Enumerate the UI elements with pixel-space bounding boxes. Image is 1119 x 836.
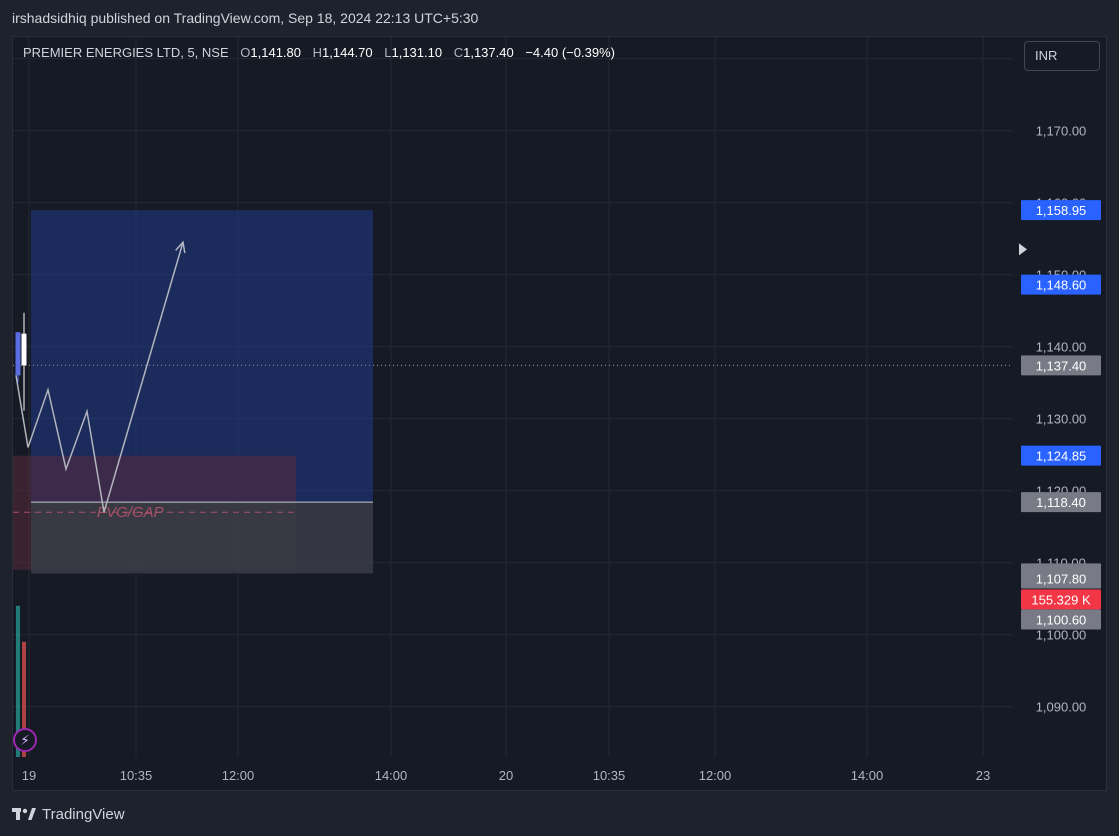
price-label-text: 1,158.95 bbox=[1036, 203, 1087, 218]
y-tick-label: 1,130.00 bbox=[1036, 412, 1087, 427]
price-label-text: 155.329 K bbox=[1031, 592, 1091, 607]
legend-open-label: O bbox=[240, 45, 251, 60]
price-label-text: 1,137.40 bbox=[1036, 358, 1087, 373]
footer-brand-text: TradingView bbox=[42, 806, 125, 823]
candle-body bbox=[21, 333, 27, 366]
publish-header: irshadsidhiq published on TradingView.co… bbox=[0, 0, 1119, 36]
legend-high-value: 1,144.70 bbox=[322, 45, 373, 60]
y-tick-label: 1,100.00 bbox=[1036, 628, 1087, 643]
y-tick-label: 1,090.00 bbox=[1036, 700, 1087, 715]
ohlc-legend: PREMIER ENERGIES LTD, 5, NSE O1,141.80 H… bbox=[23, 45, 623, 65]
legend-high-label: H bbox=[312, 45, 323, 60]
x-tick-label: 14:00 bbox=[851, 768, 884, 783]
x-tick-label: 19 bbox=[22, 768, 36, 783]
legend-close-label: C bbox=[453, 45, 464, 60]
price-label-text: 1,100.60 bbox=[1036, 612, 1087, 627]
currency-button[interactable]: INR bbox=[1024, 41, 1100, 71]
x-tick-label: 20 bbox=[499, 768, 513, 783]
x-tick-label: 23 bbox=[976, 768, 990, 783]
y-tick-label: 1,140.00 bbox=[1036, 340, 1087, 355]
legend-symbol: PREMIER ENERGIES LTD, 5, NSE bbox=[23, 45, 229, 60]
price-label-text: 1,107.80 bbox=[1036, 571, 1087, 586]
price-label-text: 1,124.85 bbox=[1036, 449, 1087, 464]
lightning-icon[interactable]: ⚡ bbox=[13, 728, 37, 752]
price-marker-icon bbox=[1019, 243, 1027, 256]
tradingview-logo-icon bbox=[12, 808, 36, 820]
y-tick-label: 1,170.00 bbox=[1036, 124, 1087, 139]
price-chart[interactable]: FVG/GAP1,090.001,100.001,110.001,120.001… bbox=[13, 37, 1107, 791]
legend-close-value: 1,137.40 bbox=[463, 45, 514, 60]
footer-brand[interactable]: TradingView bbox=[12, 800, 125, 830]
x-tick-label: 12:00 bbox=[222, 768, 255, 783]
publish-header-text: irshadsidhiq published on TradingView.co… bbox=[12, 10, 479, 26]
legend-open-value: 1,141.80 bbox=[250, 45, 301, 60]
chart-frame[interactable]: FVG/GAP 1,090.00 1,100.00 1,110.00 1,120.00 1… bbox=[12, 36, 1107, 791]
x-tick-label: 14:00 bbox=[375, 768, 408, 783]
x-tick-label: 10:35 bbox=[120, 768, 153, 783]
x-tick-label: 12:00 bbox=[699, 768, 732, 783]
fvg-label: FVG/GAP bbox=[97, 504, 164, 521]
candle-body bbox=[15, 332, 21, 376]
legend-low-value: 1,131.10 bbox=[391, 45, 443, 60]
price-label-text: 1,118.40 bbox=[1036, 495, 1086, 510]
price-label-text: 1,148.60 bbox=[1036, 278, 1087, 293]
zone-gray bbox=[31, 502, 373, 574]
x-tick-label: 10:35 bbox=[593, 768, 626, 783]
legend-change: −4.40 (−0.39%) bbox=[525, 45, 615, 60]
